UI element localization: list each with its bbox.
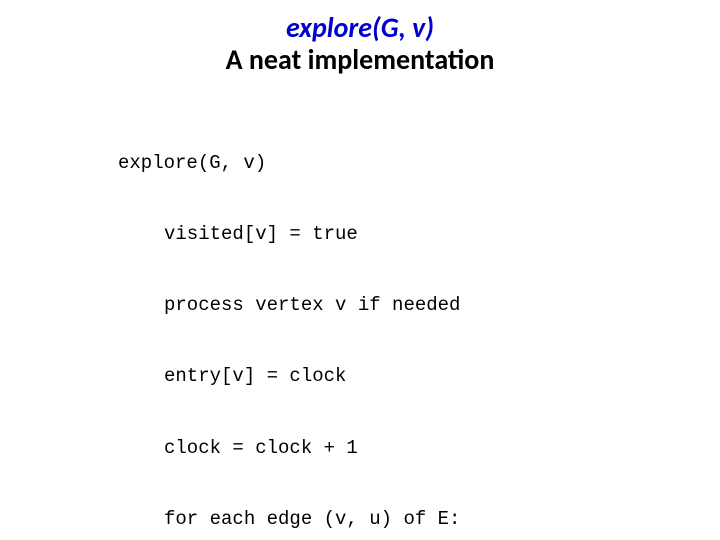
- code-line: clock = clock + 1: [118, 437, 541, 461]
- slide: explore(G, v) A neat implementation expl…: [0, 0, 720, 540]
- title-line-1: explore(G, v): [0, 12, 720, 44]
- code-line: explore(G, v): [118, 152, 541, 176]
- code-line: for each edge (v, u) of E:: [118, 508, 541, 532]
- title-line-2: A neat implementation: [0, 44, 720, 76]
- slide-title: explore(G, v) A neat implementation: [0, 12, 720, 76]
- code-line: visited[v] = true: [118, 223, 541, 247]
- code-line: process vertex v if needed: [118, 294, 541, 318]
- pseudocode-block: explore(G, v) visited[v] = true process …: [118, 104, 541, 540]
- code-line: entry[v] = clock: [118, 365, 541, 389]
